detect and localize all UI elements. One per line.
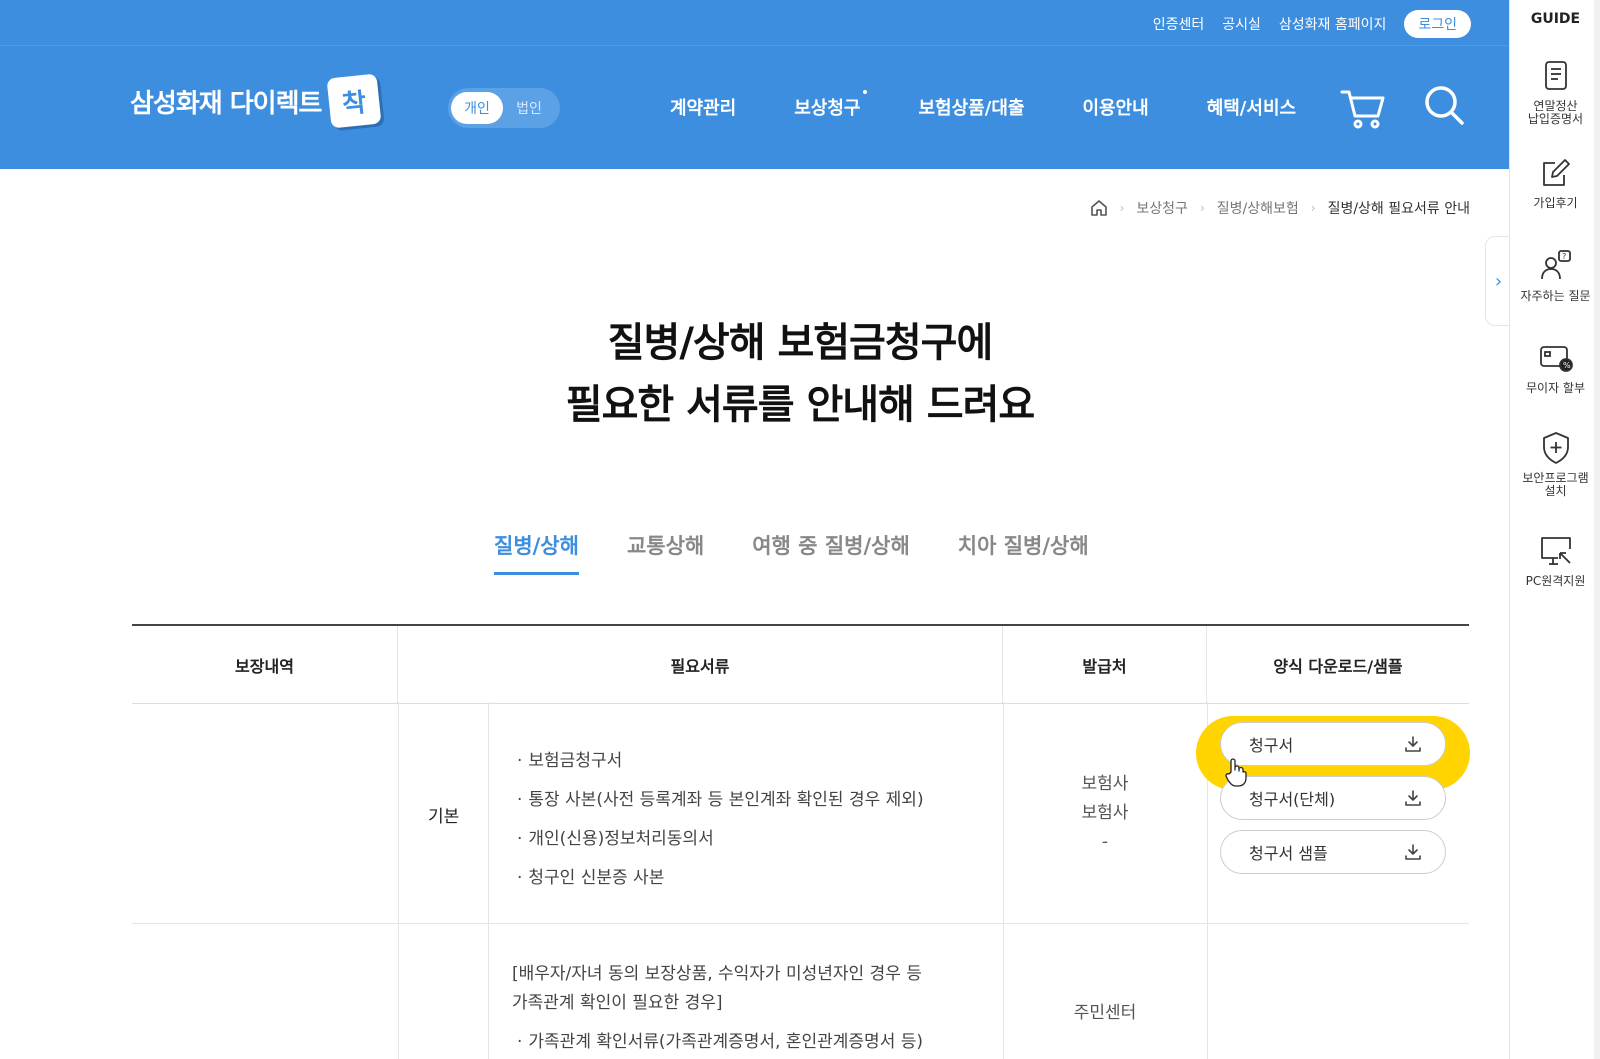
list-item: 개인(신용)정보처리동의서 <box>517 820 924 859</box>
logo-text: 삼성화재 다이렉트 <box>130 88 322 119</box>
utility-links: 인증센터 공시실 삼성화재 홈페이지 로그인 <box>1153 10 1471 38</box>
download-icon <box>1405 790 1421 806</box>
global-nav: 계약관리 보상청구 보험상품/대출 이용안내 혜택/서비스 <box>670 90 1296 120</box>
documents-table: 보장내역 필요서류 발급처 양식 다운로드/샘플 <box>132 624 1469 704</box>
card-percent-icon: % <box>1539 346 1573 372</box>
table-header: 보장내역 필요서류 발급처 양식 다운로드/샘플 <box>132 626 1469 704</box>
note-line: [배우자/자녀 동의 보장상품, 수익자가 미성년자인 경우 등 <box>512 964 922 984</box>
required-docs-list: 가족관계 확인서류(가족관계증명서, 혼인관계증명서 등) <box>517 1024 923 1059</box>
side-item-installment[interactable]: % 무이자 할부 <box>1510 340 1600 395</box>
shield-plus-icon <box>1542 432 1569 464</box>
list-item: 보험금청구서 <box>517 742 924 781</box>
issuer-item: 주민센터 <box>1073 1003 1137 1023</box>
logo-mark: 착 <box>326 73 382 129</box>
faq-person-icon: ? <box>1540 250 1571 280</box>
list-item: 청구인 신분증 사본 <box>517 859 924 898</box>
side-item-security[interactable]: 보안프로그램 설치 <box>1510 430 1600 498</box>
row-label-basic: 기본 <box>428 807 460 827</box>
toggle-personal[interactable]: 개인 <box>451 92 503 124</box>
nav-products[interactable]: 보험상품/대출 <box>919 94 1025 120</box>
issuer-item: 보험사 <box>1081 774 1129 794</box>
toggle-corporate[interactable]: 법인 <box>503 98 555 118</box>
document-icon <box>1544 61 1567 90</box>
guide-title: GUIDE <box>1530 11 1581 27</box>
button-label: 청구서 샘플 <box>1249 844 1328 863</box>
download-icon <box>1405 736 1421 752</box>
chevron-right-icon: › <box>1199 201 1205 215</box>
issuer-list: 보험사 보험사 - <box>1003 770 1207 857</box>
edit-icon <box>1542 159 1570 186</box>
link-cert-center[interactable]: 인증센터 <box>1153 14 1205 34</box>
tab-disease[interactable]: 질병/상해 <box>494 530 579 575</box>
svg-text:?: ? <box>1562 252 1566 261</box>
side-item-tax-certificate[interactable]: 연말정산 납입증명서 <box>1510 58 1600 126</box>
tab-traffic[interactable]: 교통상해 <box>627 530 704 575</box>
list-item: 가족관계 확인서류(가족관계증명서, 혼인관계증명서 등) <box>517 1024 923 1059</box>
tab-dental[interactable]: 치아 질병/상해 <box>958 530 1089 575</box>
top-utility-bar: 인증센터 공시실 삼성화재 홈페이지 로그인 <box>0 0 1509 45</box>
page-title-line2: 필요한 서류를 안내해 드려요 <box>565 382 1035 428</box>
required-docs-list: 보험금청구서 통장 사본(사전 등록계좌 등 본인계좌 확인된 경우 제외) 개… <box>517 742 924 898</box>
nav-contract[interactable]: 계약관리 <box>670 94 736 120</box>
customer-type-toggle[interactable]: 개인 법인 <box>448 88 560 128</box>
svg-text:%: % <box>1563 361 1571 370</box>
monitor-remote-icon <box>1540 537 1571 565</box>
link-homepage[interactable]: 삼성화재 홈페이지 <box>1279 14 1387 34</box>
table-row: 기본 보험금청구서 통장 사본(사전 등록계좌 등 본인계좌 확인된 경우 제외… <box>132 702 1470 924</box>
nav-claim[interactable]: 보상청구 <box>794 90 867 120</box>
table-row: [배우자/자녀 동의 보장상품, 수익자가 미성년자인 경우 등 가족관계 확인… <box>132 924 1469 1059</box>
side-item-remote-support[interactable]: PC원격지원 <box>1510 533 1600 588</box>
side-panel-toggle[interactable]: › <box>1485 236 1511 326</box>
breadcrumb-item-claim[interactable]: 보상청구 <box>1136 198 1188 218</box>
home-icon[interactable] <box>1090 199 1108 217</box>
hand-cursor-icon <box>1225 758 1247 787</box>
main-header: 삼성화재 다이렉트 착 개인 법인 계약관리 보상청구 보험상품/대출 이용안내… <box>0 45 1509 169</box>
download-icon <box>1405 844 1421 860</box>
chevron-right-icon: › <box>1494 270 1503 292</box>
download-claim-sample-button[interactable]: 청구서 샘플 <box>1220 830 1446 874</box>
download-group-claim-form-button[interactable]: 청구서(단체) <box>1220 776 1446 820</box>
tab-travel[interactable]: 여행 중 질병/상해 <box>752 530 910 575</box>
scrollbar[interactable] <box>1594 0 1600 1059</box>
condition-note: [배우자/자녀 동의 보장상품, 수익자가 미성년자인 경우 등 가족관계 확인… <box>512 960 922 1018</box>
button-label: 청구서(단체) <box>1249 790 1336 809</box>
breadcrumb-item-disease[interactable]: 질병/상해보험 <box>1217 198 1299 218</box>
logo[interactable]: 삼성화재 다이렉트 착 <box>130 73 382 129</box>
header-issuer: 발급처 <box>1003 626 1207 703</box>
side-item-reviews[interactable]: 가입후기 <box>1510 155 1600 210</box>
link-disclosure[interactable]: 공시실 <box>1222 14 1261 34</box>
category-tabs: 질병/상해 교통상해 여행 중 질병/상해 치아 질병/상해 <box>494 530 1089 575</box>
side-item-faq[interactable]: ? 자주하는 질문 <box>1510 248 1600 303</box>
breadcrumb: › 보상청구 › 질병/상해보험 › 질병/상해 필요서류 안내 <box>1090 198 1470 218</box>
download-claim-form-button[interactable]: 청구서 <box>1220 722 1446 766</box>
issuer-item: - <box>1101 832 1109 852</box>
button-label: 청구서 <box>1249 736 1294 755</box>
list-item: 통장 사본(사전 등록계좌 등 본인계좌 확인된 경우 제외) <box>517 781 923 820</box>
chevron-right-icon: › <box>1310 201 1316 215</box>
note-line: 가족관계 확인이 필요한 경우] <box>512 993 723 1013</box>
chevron-right-icon: › <box>1119 201 1125 215</box>
page-title-line1: 질병/상해 보험금청구에 <box>607 320 994 366</box>
nav-benefits[interactable]: 혜택/서비스 <box>1207 94 1296 120</box>
header-documents: 필요서류 <box>398 626 1003 703</box>
nav-guide[interactable]: 이용안내 <box>1082 94 1148 120</box>
page-title: 질병/상해 보험금청구에 필요한 서류를 안내해 드려요 <box>0 312 1600 436</box>
header-download: 양식 다운로드/샘플 <box>1273 656 1403 676</box>
header-coverage: 보장내역 <box>132 626 398 703</box>
issuer-item: 보험사 <box>1081 803 1129 823</box>
login-button[interactable]: 로그인 <box>1404 10 1471 38</box>
breadcrumb-current: 질병/상해 필요서류 안내 <box>1327 201 1470 217</box>
cart-icon[interactable] <box>1340 86 1386 130</box>
search-icon[interactable] <box>1423 84 1465 126</box>
guide-side-panel: GUIDE 연말정산 납입증명서 가입후기 ? 자주하는 질문 % 무이자 할부… <box>1509 0 1600 1059</box>
